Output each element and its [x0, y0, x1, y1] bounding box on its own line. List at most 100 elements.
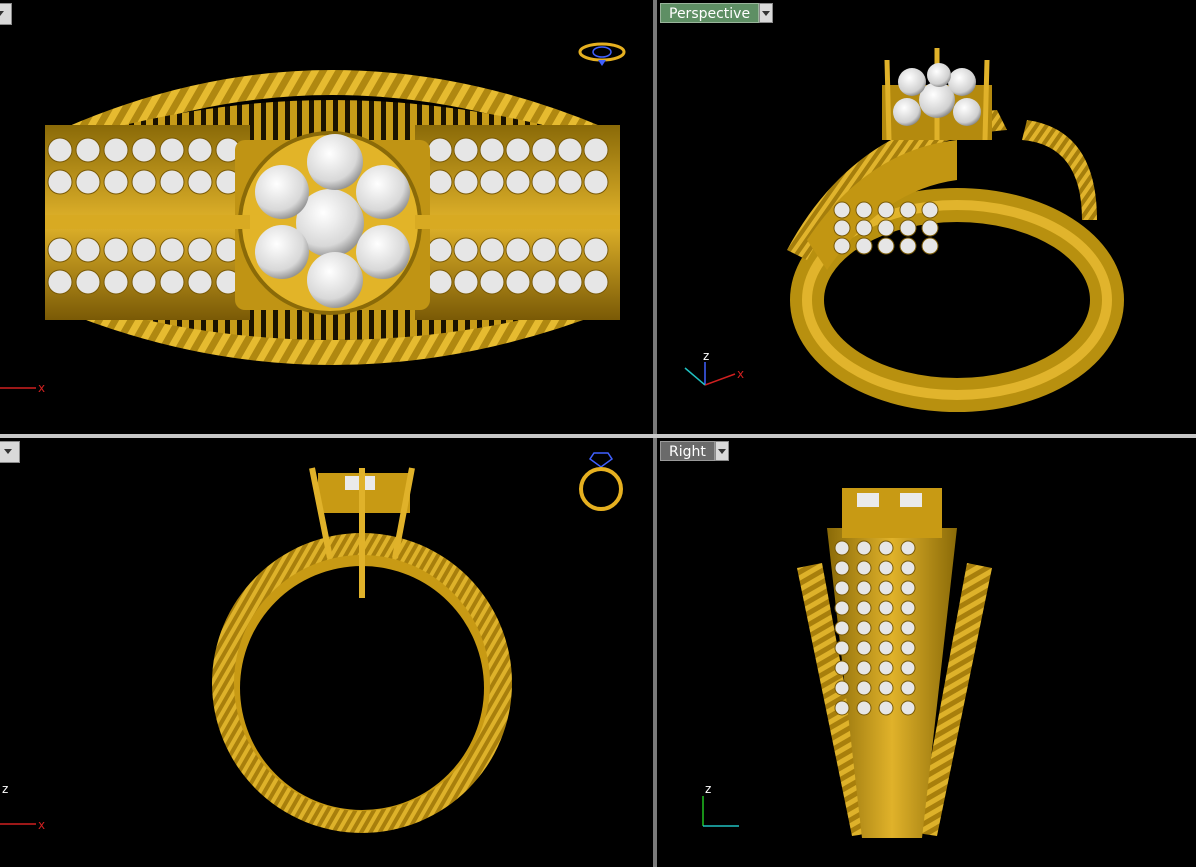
pave-stone [75, 269, 101, 295]
pave-stone [833, 237, 851, 255]
pave-stone [878, 600, 894, 616]
pave-stone [921, 219, 939, 237]
pave-stone [453, 269, 479, 295]
viewport-dropdown-icon[interactable] [714, 441, 729, 461]
pave-stone [834, 660, 850, 676]
ring-front-render: x [0, 42, 626, 395]
pave-stone [187, 269, 213, 295]
viewport-menu-dropdown[interactable] [0, 3, 12, 25]
pave-stone [505, 237, 531, 263]
pave-stone [131, 237, 157, 263]
ring-profile-icon [579, 452, 623, 511]
pave-stone [531, 269, 557, 295]
pave-stone [900, 700, 916, 716]
pave-stone [878, 580, 894, 596]
pave-stone [899, 219, 917, 237]
pave-stone [899, 201, 917, 219]
pave-stone [900, 540, 916, 556]
pave-stone [75, 169, 101, 195]
axis-x-label: x [737, 367, 744, 381]
pave-stone [878, 680, 894, 696]
pave-stone [856, 540, 872, 556]
pave-stone [855, 237, 873, 255]
pave-stone [834, 680, 850, 696]
pave-stone [900, 680, 916, 696]
pave-stone [856, 600, 872, 616]
viewport-dropdown-icon[interactable] [759, 3, 774, 23]
pave-stone [856, 700, 872, 716]
pave-stone [834, 560, 850, 576]
pave-stone [427, 237, 453, 263]
pave-stone [159, 137, 185, 163]
pave-stone [583, 237, 609, 263]
viewport-tab-perspective[interactable]: Perspective [660, 3, 774, 23]
axis-x-label: x [38, 381, 45, 395]
pave-stone [427, 269, 453, 295]
viewport-perspective[interactable]: Perspective z x [657, 0, 1196, 434]
viewport-label[interactable]: Perspective [660, 3, 760, 23]
pave-stone [878, 560, 894, 576]
pave-stone [47, 137, 73, 163]
pave-stone [103, 169, 129, 195]
pave-stone [856, 580, 872, 596]
pave-stone [900, 640, 916, 656]
pave-stone [159, 237, 185, 263]
axis-indicator: x [0, 381, 45, 395]
pave-stone [878, 700, 894, 716]
pave-stone [427, 137, 453, 163]
pave-stone [479, 269, 505, 295]
pave-stone [505, 137, 531, 163]
pave-stone [878, 620, 894, 636]
pave-stone [877, 219, 895, 237]
axis-z-label: z [2, 782, 8, 796]
pave-stone [557, 237, 583, 263]
pave-stone [557, 169, 583, 195]
pave-stone [75, 137, 101, 163]
pave-stone [187, 169, 213, 195]
axis-z-label: z [705, 782, 711, 796]
viewport-side[interactable]: z x [0, 438, 653, 867]
pave-stone [479, 137, 505, 163]
pave-stone [834, 640, 850, 656]
pave-stone [877, 237, 895, 255]
pave-stone [856, 560, 872, 576]
pave-stone [921, 237, 939, 255]
axis-indicator-right: z [702, 782, 739, 827]
pave-stone [187, 137, 213, 163]
pave-stone [47, 169, 73, 195]
pave-stone [453, 137, 479, 163]
axis-x-label: x [38, 818, 45, 832]
pave-stones-band [833, 201, 939, 255]
viewport-menu-dropdown[interactable] [0, 441, 20, 463]
pave-stone [131, 269, 157, 295]
pave-stone [187, 237, 213, 263]
viewport-splitter-horizontal[interactable] [0, 434, 1196, 438]
pave-stone [834, 700, 850, 716]
pave-stone [47, 237, 73, 263]
viewport-right[interactable]: Right z [657, 438, 1196, 867]
pave-stone [505, 269, 531, 295]
pave-stone [583, 137, 609, 163]
pave-stone [75, 237, 101, 263]
pave-stone [878, 660, 894, 676]
pave-stone [47, 269, 73, 295]
center-head [882, 48, 992, 141]
pave-stone [877, 201, 895, 219]
viewport-tab-right[interactable]: Right [660, 441, 729, 461]
ring-view-icon [578, 42, 626, 66]
pave-stone [531, 169, 557, 195]
axis-z-label: z [703, 349, 709, 363]
pave-stone [878, 540, 894, 556]
viewport-front[interactable]: x [0, 0, 653, 434]
pave-stone [833, 201, 851, 219]
pave-stone [583, 169, 609, 195]
axis-indicator-side: z x [0, 782, 45, 832]
pave-stone [900, 560, 916, 576]
pave-stone [900, 580, 916, 596]
pave-stone [531, 237, 557, 263]
pave-stone [453, 237, 479, 263]
pave-stone [557, 269, 583, 295]
pave-stone [453, 169, 479, 195]
viewport-label[interactable]: Right [660, 441, 715, 461]
pave-stone [834, 600, 850, 616]
